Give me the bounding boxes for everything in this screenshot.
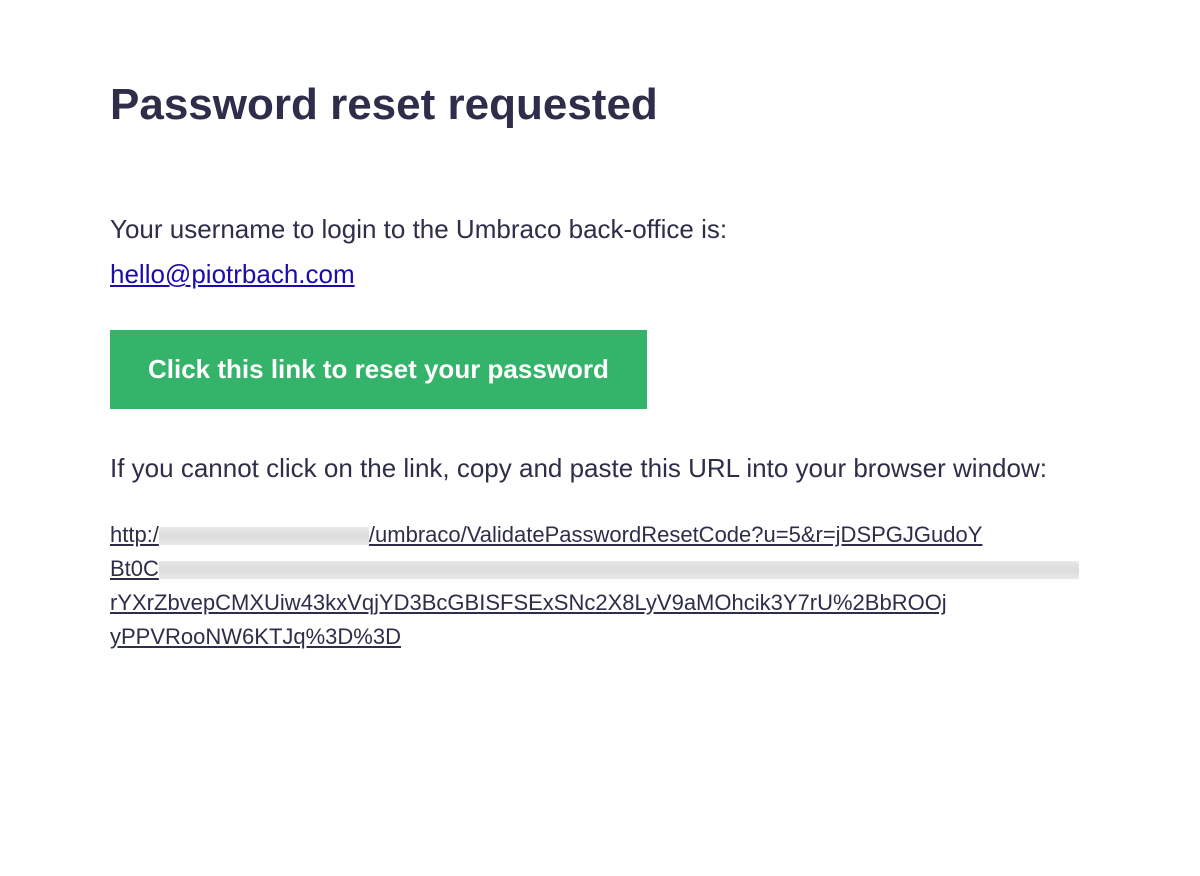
url-text-part3: rYXrZbvepCMXUiw43kxVqjYD3BcGBISFSExSNc2X… [110,590,947,615]
url-text-part4: yPPVRooNW6KTJq%3D%3D [110,624,401,649]
page-title: Password reset requested [110,80,1090,130]
url-text-part2-prefix: Bt0C [110,556,159,581]
url-text-part1-suffix: /umbraco/ValidatePasswordResetCode?u=5&r… [369,522,982,547]
redacted-segment [159,527,369,545]
username-email-link[interactable]: hello@piotrbach.com [110,259,355,290]
url-text-part1-prefix: http:/ [110,522,159,547]
reset-url-link[interactable]: http:/ /umbraco/ValidatePasswordResetCode… [110,518,1090,654]
redacted-segment [159,561,1079,579]
username-intro-text: Your username to login to the Umbraco ba… [110,210,1090,249]
copy-url-instruction: If you cannot click on the link, copy an… [110,449,1090,488]
reset-password-button[interactable]: Click this link to reset your password [110,330,647,409]
